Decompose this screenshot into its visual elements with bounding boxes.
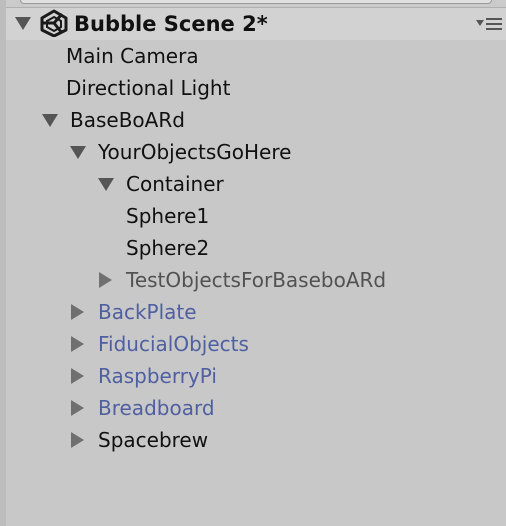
hierarchy-item[interactable]: Directional Light	[6, 72, 506, 104]
hierarchy-item-label: Breadboard	[98, 396, 215, 420]
hierarchy-tree: Main Camera Directional Light BaseBoARd You…	[6, 40, 506, 526]
hierarchy-item-label: BaseBoARd	[70, 108, 185, 132]
hierarchy-item-label: Sphere2	[126, 236, 210, 260]
hierarchy-item[interactable]: Breadboard	[6, 392, 506, 424]
hierarchy-item[interactable]: Container	[6, 168, 506, 200]
hierarchy-item[interactable]: YourObjectsGoHere	[6, 136, 506, 168]
hierarchy-window: Bubble Scene 2* Main Camera Directional L…	[0, 0, 506, 526]
hierarchy-item-label: Directional Light	[66, 76, 231, 100]
expand-arrow-down-icon[interactable]	[42, 114, 58, 127]
unity-logo-icon	[40, 9, 68, 37]
hierarchy-item-label: Main Camera	[66, 44, 199, 68]
expand-arrow-right-icon[interactable]	[71, 400, 84, 416]
expand-arrow-right-icon[interactable]	[71, 336, 84, 352]
hierarchy-item-label: Container	[126, 172, 224, 196]
hierarchy-item[interactable]: Main Camera	[6, 40, 506, 72]
hierarchy-item[interactable]: BaseBoARd	[6, 104, 506, 136]
scene-expand-arrow-icon[interactable]	[15, 17, 31, 30]
hierarchy-item-label: Sphere1	[126, 204, 210, 228]
toolbar-strip	[6, 0, 506, 7]
expand-arrow-right-icon[interactable]	[71, 304, 84, 320]
hierarchy-item[interactable]: BackPlate	[6, 296, 506, 328]
hierarchy-item-label: TestObjectsForBaseboARd	[126, 268, 387, 292]
expand-arrow-down-icon[interactable]	[70, 146, 86, 159]
hierarchy-item-label: YourObjectsGoHere	[98, 140, 292, 164]
hierarchy-item-label: BackPlate	[98, 300, 197, 324]
hierarchy-item[interactable]: Sphere1	[6, 200, 506, 232]
hierarchy-item-label: RaspberryPi	[98, 364, 217, 388]
expand-arrow-right-icon[interactable]	[71, 432, 84, 448]
expand-arrow-right-icon[interactable]	[99, 272, 112, 288]
expand-arrow-down-icon[interactable]	[98, 178, 114, 191]
scene-title: Bubble Scene 2*	[74, 12, 268, 36]
scene-header[interactable]: Bubble Scene 2*	[6, 7, 506, 41]
search-field-edge[interactable]	[20, 0, 492, 4]
expand-arrow-right-icon[interactable]	[71, 368, 84, 384]
hierarchy-item[interactable]: RaspberryPi	[6, 360, 506, 392]
hierarchy-item[interactable]: FiducialObjects	[6, 328, 506, 360]
hierarchy-item-label: Spacebrew	[98, 428, 209, 452]
hierarchy-item-label: FiducialObjects	[98, 332, 249, 356]
hierarchy-item[interactable]: Sphere2	[6, 232, 506, 264]
hierarchy-item[interactable]: TestObjectsForBaseboARd	[6, 264, 506, 296]
hierarchy-item[interactable]: Spacebrew	[6, 424, 506, 456]
context-menu-icon[interactable]	[476, 17, 502, 31]
